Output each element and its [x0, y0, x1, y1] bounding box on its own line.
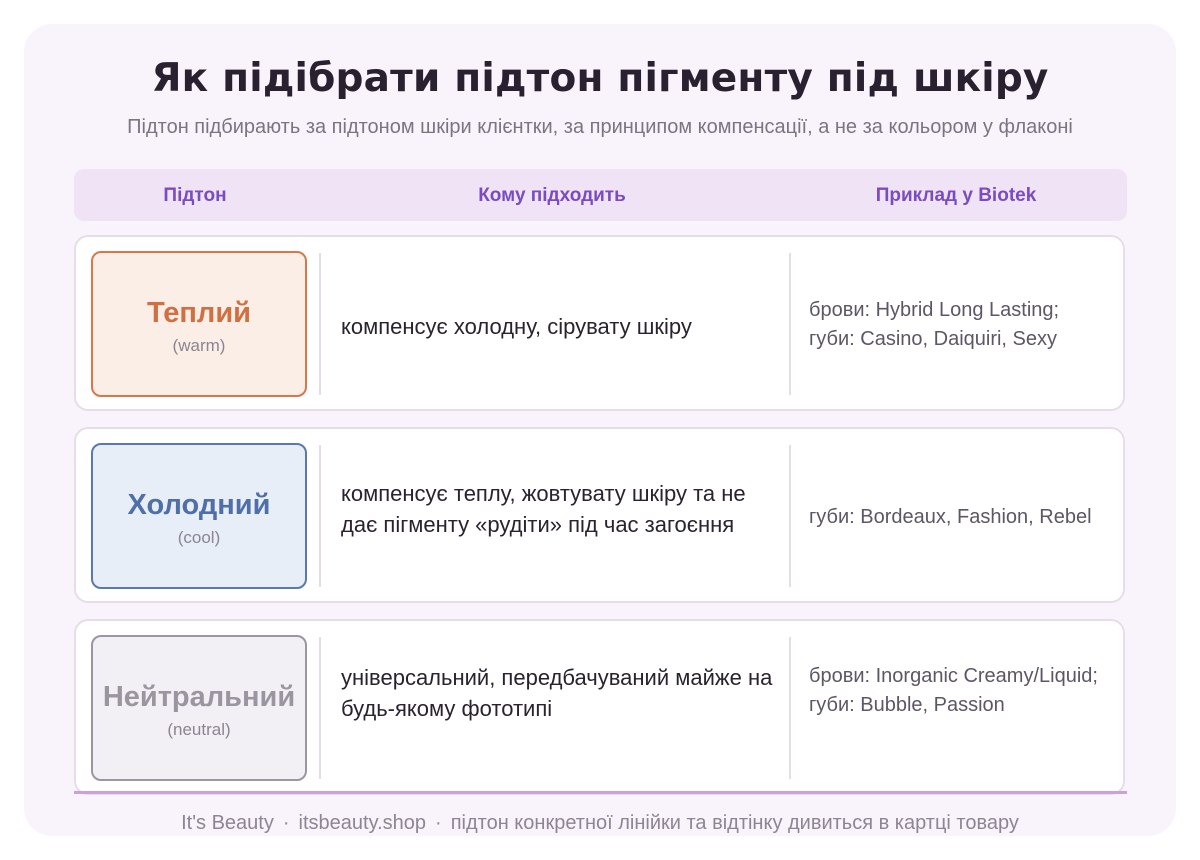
table-header: Підтон Кому підходить Приклад у Biotek: [74, 169, 1127, 221]
footer-site-link[interactable]: itsbeauty.shop: [299, 812, 427, 834]
column-divider: [789, 445, 791, 587]
header-undertone: Підтон: [163, 185, 227, 206]
table-row-warm: Теплий (warm) компенсує холодну, сіруват…: [74, 235, 1125, 411]
tone-fit-text: компенсує теплу, жовтувату шкіру та не д…: [341, 481, 746, 537]
header-biotek-example: Приклад у Biotek: [875, 185, 1037, 206]
table-row-neutral: Нейтральний (neutral) універсальний, пер…: [74, 619, 1125, 795]
tone-name: Теплий: [147, 297, 251, 329]
column-divider: [319, 445, 321, 587]
biotek-example-text: брови: Hybrid Long Lasting; губи: Casino…: [809, 299, 1060, 350]
header-who-fits: Кому підходить: [478, 185, 626, 206]
page-title: Як підібрати підтон пігменту під шкіру: [151, 56, 1049, 101]
biotek-example-text: губи: Bordeaux, Fashion, Rebel: [809, 506, 1092, 528]
page-subtitle: Підтон підбирають за підтоном шкіри кліє…: [127, 116, 1073, 138]
tone-name-en: (cool): [177, 528, 221, 547]
column-divider: [319, 637, 321, 779]
footer-divider: [74, 791, 1127, 794]
tone-name: Нейтральний: [102, 681, 296, 713]
footer-brand: It's Beauty: [181, 812, 274, 834]
footer-note: підтон конкретної лінійки та відтінку ди…: [450, 812, 1019, 834]
footer-separator: ·: [435, 812, 442, 834]
column-divider: [789, 637, 791, 779]
tone-name: Холодний: [127, 489, 271, 521]
tone-name-en: (warm): [172, 336, 226, 355]
biotek-example-text: брови: Inorganic Creamy/Liquid; губи: Bu…: [809, 665, 1098, 716]
tone-badge-neutral: Нейтральний (neutral): [91, 635, 307, 781]
tone-fit-text: універсальний, передбачуваний майже на б…: [341, 665, 773, 721]
column-divider: [319, 253, 321, 395]
footer: It's Beauty · itsbeauty.shop · підтон конкре…: [0, 812, 1200, 835]
footer-separator: ·: [282, 812, 290, 834]
tone-badge-cool: Холодний (cool): [91, 443, 307, 589]
tone-badge-warm: Теплий (warm): [91, 251, 307, 397]
tone-name-en: (neutral): [167, 720, 231, 739]
tone-fit-text: компенсує холодну, сірувату шкіру: [341, 314, 692, 339]
column-divider: [789, 253, 791, 395]
table-row-cool: Холодний (cool) компенсує теплу, жовтува…: [74, 427, 1125, 603]
